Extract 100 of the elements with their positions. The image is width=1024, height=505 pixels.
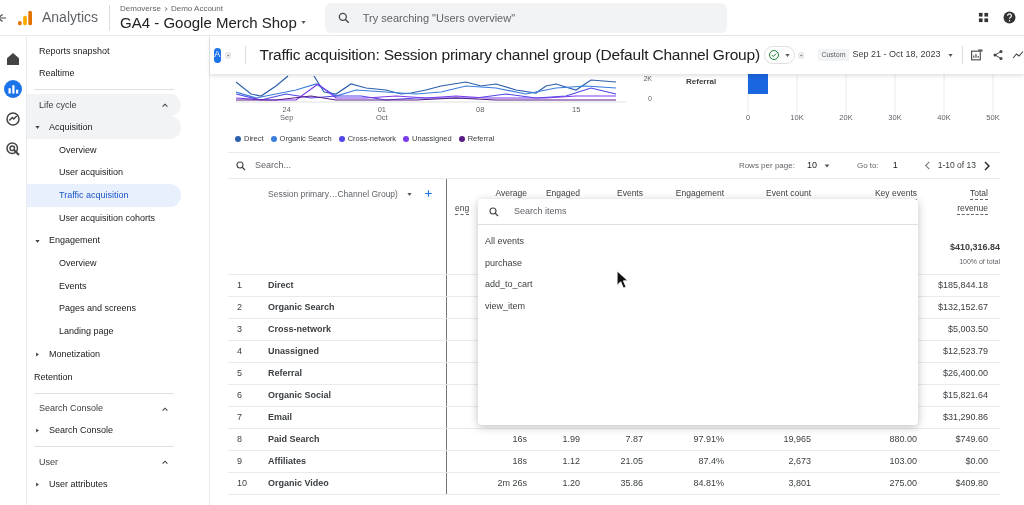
column-header[interactable]: Total xyxy=(970,187,988,200)
nav-item[interactable]: Overview xyxy=(27,252,181,276)
nav-item[interactable]: Overview xyxy=(27,139,181,162)
table-cell: $409.80 xyxy=(955,477,988,488)
previous-page-icon[interactable] xyxy=(922,161,932,170)
row-number: 6 xyxy=(236,388,243,402)
target-icon[interactable] xyxy=(4,140,22,158)
nav-item[interactable]: Realtime xyxy=(27,62,181,86)
breadcrumb-link[interactable]: Demo Account xyxy=(170,3,223,14)
search-icon xyxy=(235,159,247,172)
nav-item[interactable]: User acquisition cohorts xyxy=(27,207,181,230)
row-number: 2 xyxy=(236,300,243,314)
page-info: 1-10 of 13 xyxy=(937,159,976,172)
nav-item[interactable]: Traffic acquisition xyxy=(27,184,181,208)
add-dimension-icon[interactable] xyxy=(422,188,434,199)
nav-item[interactable]: Pages and screens xyxy=(27,297,181,321)
nav-item[interactable]: Reports snapshot xyxy=(27,40,181,63)
next-page-icon[interactable] xyxy=(982,160,992,171)
section-header[interactable]: Search Console xyxy=(27,397,181,420)
row-number: 4 xyxy=(236,344,243,358)
table-cell: 275.00 xyxy=(889,477,917,488)
row-number: 7 xyxy=(236,410,243,424)
table-cell: $0.00 xyxy=(965,455,988,466)
table-cell: 2m 26s xyxy=(497,477,527,488)
help-icon[interactable] xyxy=(1003,11,1016,24)
table-cell: $185,844.18 xyxy=(937,279,988,290)
table-cell-text: Referral xyxy=(268,366,303,380)
caret-icon xyxy=(405,190,413,198)
nav-item[interactable]: Engagement xyxy=(27,229,181,253)
dimension-dropdown[interactable]: Session primary…Channel Group) xyxy=(268,188,413,201)
table-cell-text: Cross-network xyxy=(268,322,331,336)
row-number: 1 xyxy=(236,278,243,292)
table-cell: 18s xyxy=(512,455,527,466)
go-to-field[interactable]: 1 xyxy=(892,158,915,173)
table-cell-text: Affiliates xyxy=(268,454,306,468)
trend-icon[interactable] xyxy=(4,110,22,128)
edit-report-icon[interactable] xyxy=(970,48,983,62)
nav-item[interactable]: User acquisition xyxy=(27,161,181,185)
nav-item[interactable]: Acquisition xyxy=(27,116,181,140)
popup-search-field[interactable]: Search items xyxy=(514,204,814,219)
table-cell-text: Organic Video xyxy=(268,476,329,490)
table-cell: 1.12 xyxy=(562,455,580,466)
table-cell: 87.4% xyxy=(698,455,724,466)
table-cell: 3,801 xyxy=(788,477,811,488)
section-header[interactable]: Life cycle xyxy=(27,94,181,117)
row-number: 5 xyxy=(236,366,243,380)
home-icon[interactable] xyxy=(4,50,22,68)
event-option[interactable]: purchase xyxy=(478,252,918,274)
section-header[interactable]: User xyxy=(27,451,181,474)
check-circle-icon xyxy=(767,49,780,61)
table-cell: 16s xyxy=(512,433,527,444)
table-cell: 1.20 xyxy=(562,477,580,488)
property-selector[interactable]: GA4 - Google Merch Shop xyxy=(120,13,307,32)
column-header[interactable]: eng xyxy=(455,202,470,215)
table-cell-text: Organic Search xyxy=(268,300,335,314)
table-search-field[interactable]: Search... xyxy=(255,158,435,173)
event-option[interactable]: All events xyxy=(478,231,918,253)
bar-chart-icon[interactable] xyxy=(4,80,22,98)
table-cell-text: Organic Social xyxy=(268,388,332,402)
analytics-logo-icon xyxy=(18,9,32,26)
table-cell: $12,523.79 xyxy=(942,345,988,356)
insights-icon[interactable] xyxy=(1012,49,1024,61)
row-number: 8 xyxy=(236,432,243,446)
chevron-right-icon xyxy=(162,5,169,12)
bar-label: Referral xyxy=(686,76,717,88)
product-name: Analytics xyxy=(42,8,99,27)
table-cell: $749.60 xyxy=(955,433,988,444)
table-cell: $15,821.64 xyxy=(942,389,988,400)
comparison-badge[interactable]: A xyxy=(214,47,221,63)
rows-per-page-dropdown[interactable]: 10 xyxy=(806,158,831,173)
nav-item[interactable]: Retention xyxy=(27,365,181,389)
table-cell: $31,290.86 xyxy=(942,411,988,422)
date-range-picker[interactable]: Sep 21 - Oct 18, 2023 xyxy=(852,48,954,62)
table-cell-text: Paid Search xyxy=(268,432,320,446)
nav-item[interactable]: Monetization xyxy=(27,343,181,366)
nav-item[interactable]: User attributes xyxy=(27,473,181,496)
caret-icon xyxy=(822,161,831,170)
table-cell: 7.87 xyxy=(625,433,643,444)
table-cell: 35.86 xyxy=(620,477,643,488)
search-icon xyxy=(336,10,351,25)
apps-grid-icon[interactable] xyxy=(978,12,989,23)
total-value: $410,316.84 xyxy=(949,241,1000,254)
search-field[interactable]: Try searching "Users overview" xyxy=(324,2,727,33)
table-cell: $132,152.67 xyxy=(937,301,988,312)
table-cell: 21.05 xyxy=(620,455,643,466)
go-to-label: Go to: xyxy=(856,159,879,172)
event-option[interactable]: view_item xyxy=(478,295,918,317)
table-cell: 880.00 xyxy=(889,433,917,444)
nav-item[interactable]: Search Console xyxy=(27,419,181,443)
column-header[interactable]: revenue xyxy=(957,202,988,215)
event-option[interactable]: add_to_cart xyxy=(478,274,918,296)
caret-icon xyxy=(299,19,307,26)
row-number: 9 xyxy=(236,454,243,468)
mouse-cursor-icon xyxy=(616,270,629,289)
nav-item[interactable]: Events xyxy=(27,275,181,298)
share-icon[interactable] xyxy=(992,49,1004,61)
table-cell-text: Unassigned xyxy=(268,344,319,358)
table-cell: 97.91% xyxy=(693,433,724,444)
nav-item[interactable]: Landing page xyxy=(27,320,181,344)
breadcrumb-link[interactable]: Demoverse xyxy=(120,3,161,14)
